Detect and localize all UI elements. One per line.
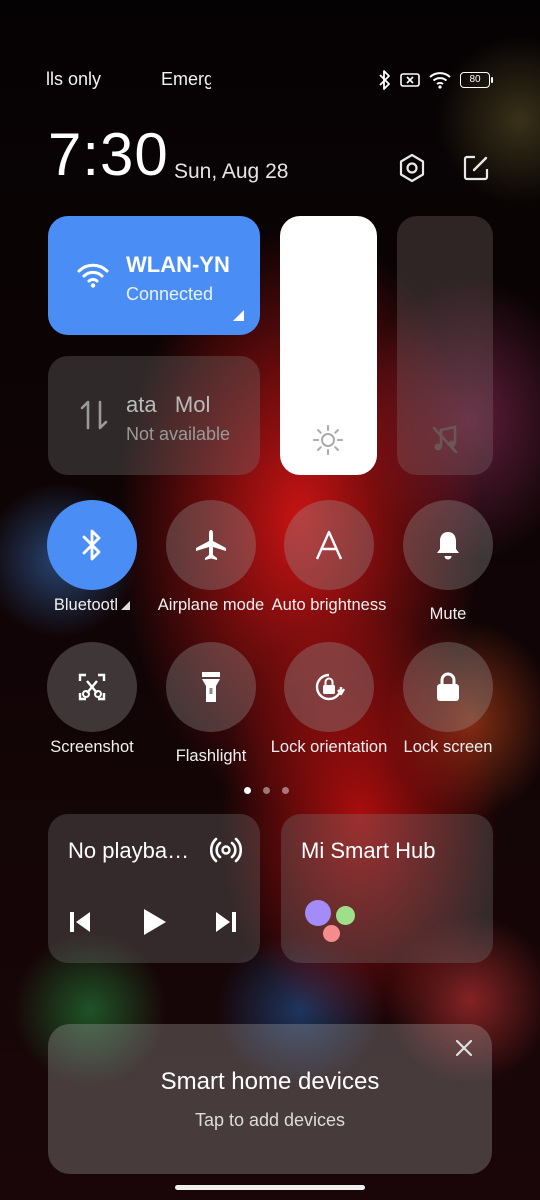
toggle-mute[interactable]: Mute xyxy=(403,500,493,624)
airplane-label: Airplane mode xyxy=(157,596,265,614)
page-indicator xyxy=(244,787,289,794)
media-title: No playba… xyxy=(68,838,190,863)
brightness-slider[interactable] xyxy=(280,216,377,475)
next-icon[interactable] xyxy=(214,910,238,939)
page-dot-3 xyxy=(282,787,289,794)
operator-label-1: lls only xyxy=(46,69,102,89)
cast-icon[interactable] xyxy=(209,834,243,871)
toggle-screenshot[interactable]: Screenshot xyxy=(47,642,137,757)
rotate-lock-icon xyxy=(315,673,346,701)
no-sim-icon xyxy=(400,72,420,88)
page-dot-1 xyxy=(244,787,251,794)
mobile-data-tile[interactable]: ata Mol Not available xyxy=(48,356,260,475)
letter-a-icon xyxy=(315,530,343,560)
volume-slider[interactable] xyxy=(397,216,493,475)
mute-button[interactable] xyxy=(403,500,493,590)
status-bar: lls only Emerg 80 xyxy=(0,66,540,94)
home-indicator[interactable] xyxy=(175,1185,365,1190)
smart-home-card[interactable]: Smart home devices Tap to add devices xyxy=(48,1024,492,1174)
bluetooth-icon xyxy=(82,529,101,561)
previous-icon[interactable] xyxy=(68,910,92,939)
toggle-airplane[interactable]: Airplane mode xyxy=(158,500,264,615)
toggle-auto-brightness[interactable]: Auto brightness xyxy=(272,500,386,615)
screenshot-label: Screenshot xyxy=(50,738,134,756)
padlock-icon xyxy=(437,672,459,701)
wifi-network-name: WLAN-YN xyxy=(126,252,230,277)
toggle-lock-screen[interactable]: Lock screen xyxy=(403,642,493,757)
music-muted-icon xyxy=(430,424,460,459)
operator-label-2: Emerg xyxy=(161,69,211,89)
bluetooth-label-row: Bluetootl xyxy=(32,596,152,615)
bluetooth-icon xyxy=(378,70,392,90)
expand-corner-icon[interactable] xyxy=(233,310,244,321)
play-icon[interactable] xyxy=(140,908,168,941)
hub-logo-dot-pink xyxy=(323,925,340,942)
airplane-button[interactable] xyxy=(166,500,256,590)
toggle-flashlight[interactable]: Flashlight xyxy=(166,642,256,766)
smart-hub-card[interactable]: Mi Smart Hub xyxy=(281,814,493,963)
auto-brightness-label: Auto brightness xyxy=(271,596,387,614)
airplane-icon xyxy=(196,530,226,560)
smart-home-title: Smart home devices xyxy=(160,1068,380,1095)
bluetooth-menu-arrow-icon[interactable] xyxy=(121,601,131,610)
wifi-tile[interactable]: WLAN-YN Connected xyxy=(48,216,260,335)
hub-logo-dot-green xyxy=(336,906,355,925)
screenshot-button[interactable] xyxy=(47,642,137,732)
clock-date: Sun, Aug 28 xyxy=(174,160,289,183)
toggle-bluetooth[interactable]: Bluetootl xyxy=(47,500,137,615)
close-icon[interactable] xyxy=(454,1038,474,1063)
sun-icon xyxy=(312,424,344,461)
lock-screen-label: Lock screen xyxy=(403,738,493,756)
wifi-status: Connected xyxy=(126,284,214,304)
smart-hub-title: Mi Smart Hub xyxy=(301,838,436,863)
lock-screen-button[interactable] xyxy=(403,642,493,732)
lock-orientation-button[interactable] xyxy=(284,642,374,732)
auto-brightness-button[interactable] xyxy=(284,500,374,590)
media-player-card[interactable]: No playba… xyxy=(48,814,260,963)
clock-time: 7:30 xyxy=(48,121,169,188)
edit-icon[interactable] xyxy=(460,152,492,184)
wifi-icon xyxy=(428,71,452,89)
lock-orientation-label: Lock orientation xyxy=(270,738,388,756)
mobile-data-status: Not available xyxy=(126,424,231,444)
mobile-data-name: ata Mol xyxy=(126,392,211,417)
toggle-lock-orientation[interactable]: Lock orientation xyxy=(271,642,387,757)
bell-icon xyxy=(437,532,459,560)
battery-indicator: 80 xyxy=(460,72,493,88)
flashlight-icon xyxy=(202,672,220,702)
scissors-screen-icon xyxy=(78,673,106,701)
settings-icon[interactable] xyxy=(396,152,428,184)
wifi-icon xyxy=(76,261,110,294)
page-dot-2 xyxy=(263,787,270,794)
flashlight-button[interactable] xyxy=(166,642,256,732)
data-transfer-icon xyxy=(80,398,108,437)
mute-label: Mute xyxy=(429,605,467,623)
flashlight-label: Flashlight xyxy=(175,747,247,765)
smart-home-subtitle: Tap to add devices xyxy=(194,1110,346,1130)
bluetooth-button[interactable] xyxy=(47,500,137,590)
hub-logo-icon xyxy=(305,900,331,926)
bluetooth-label: Bluetootl xyxy=(53,596,119,614)
